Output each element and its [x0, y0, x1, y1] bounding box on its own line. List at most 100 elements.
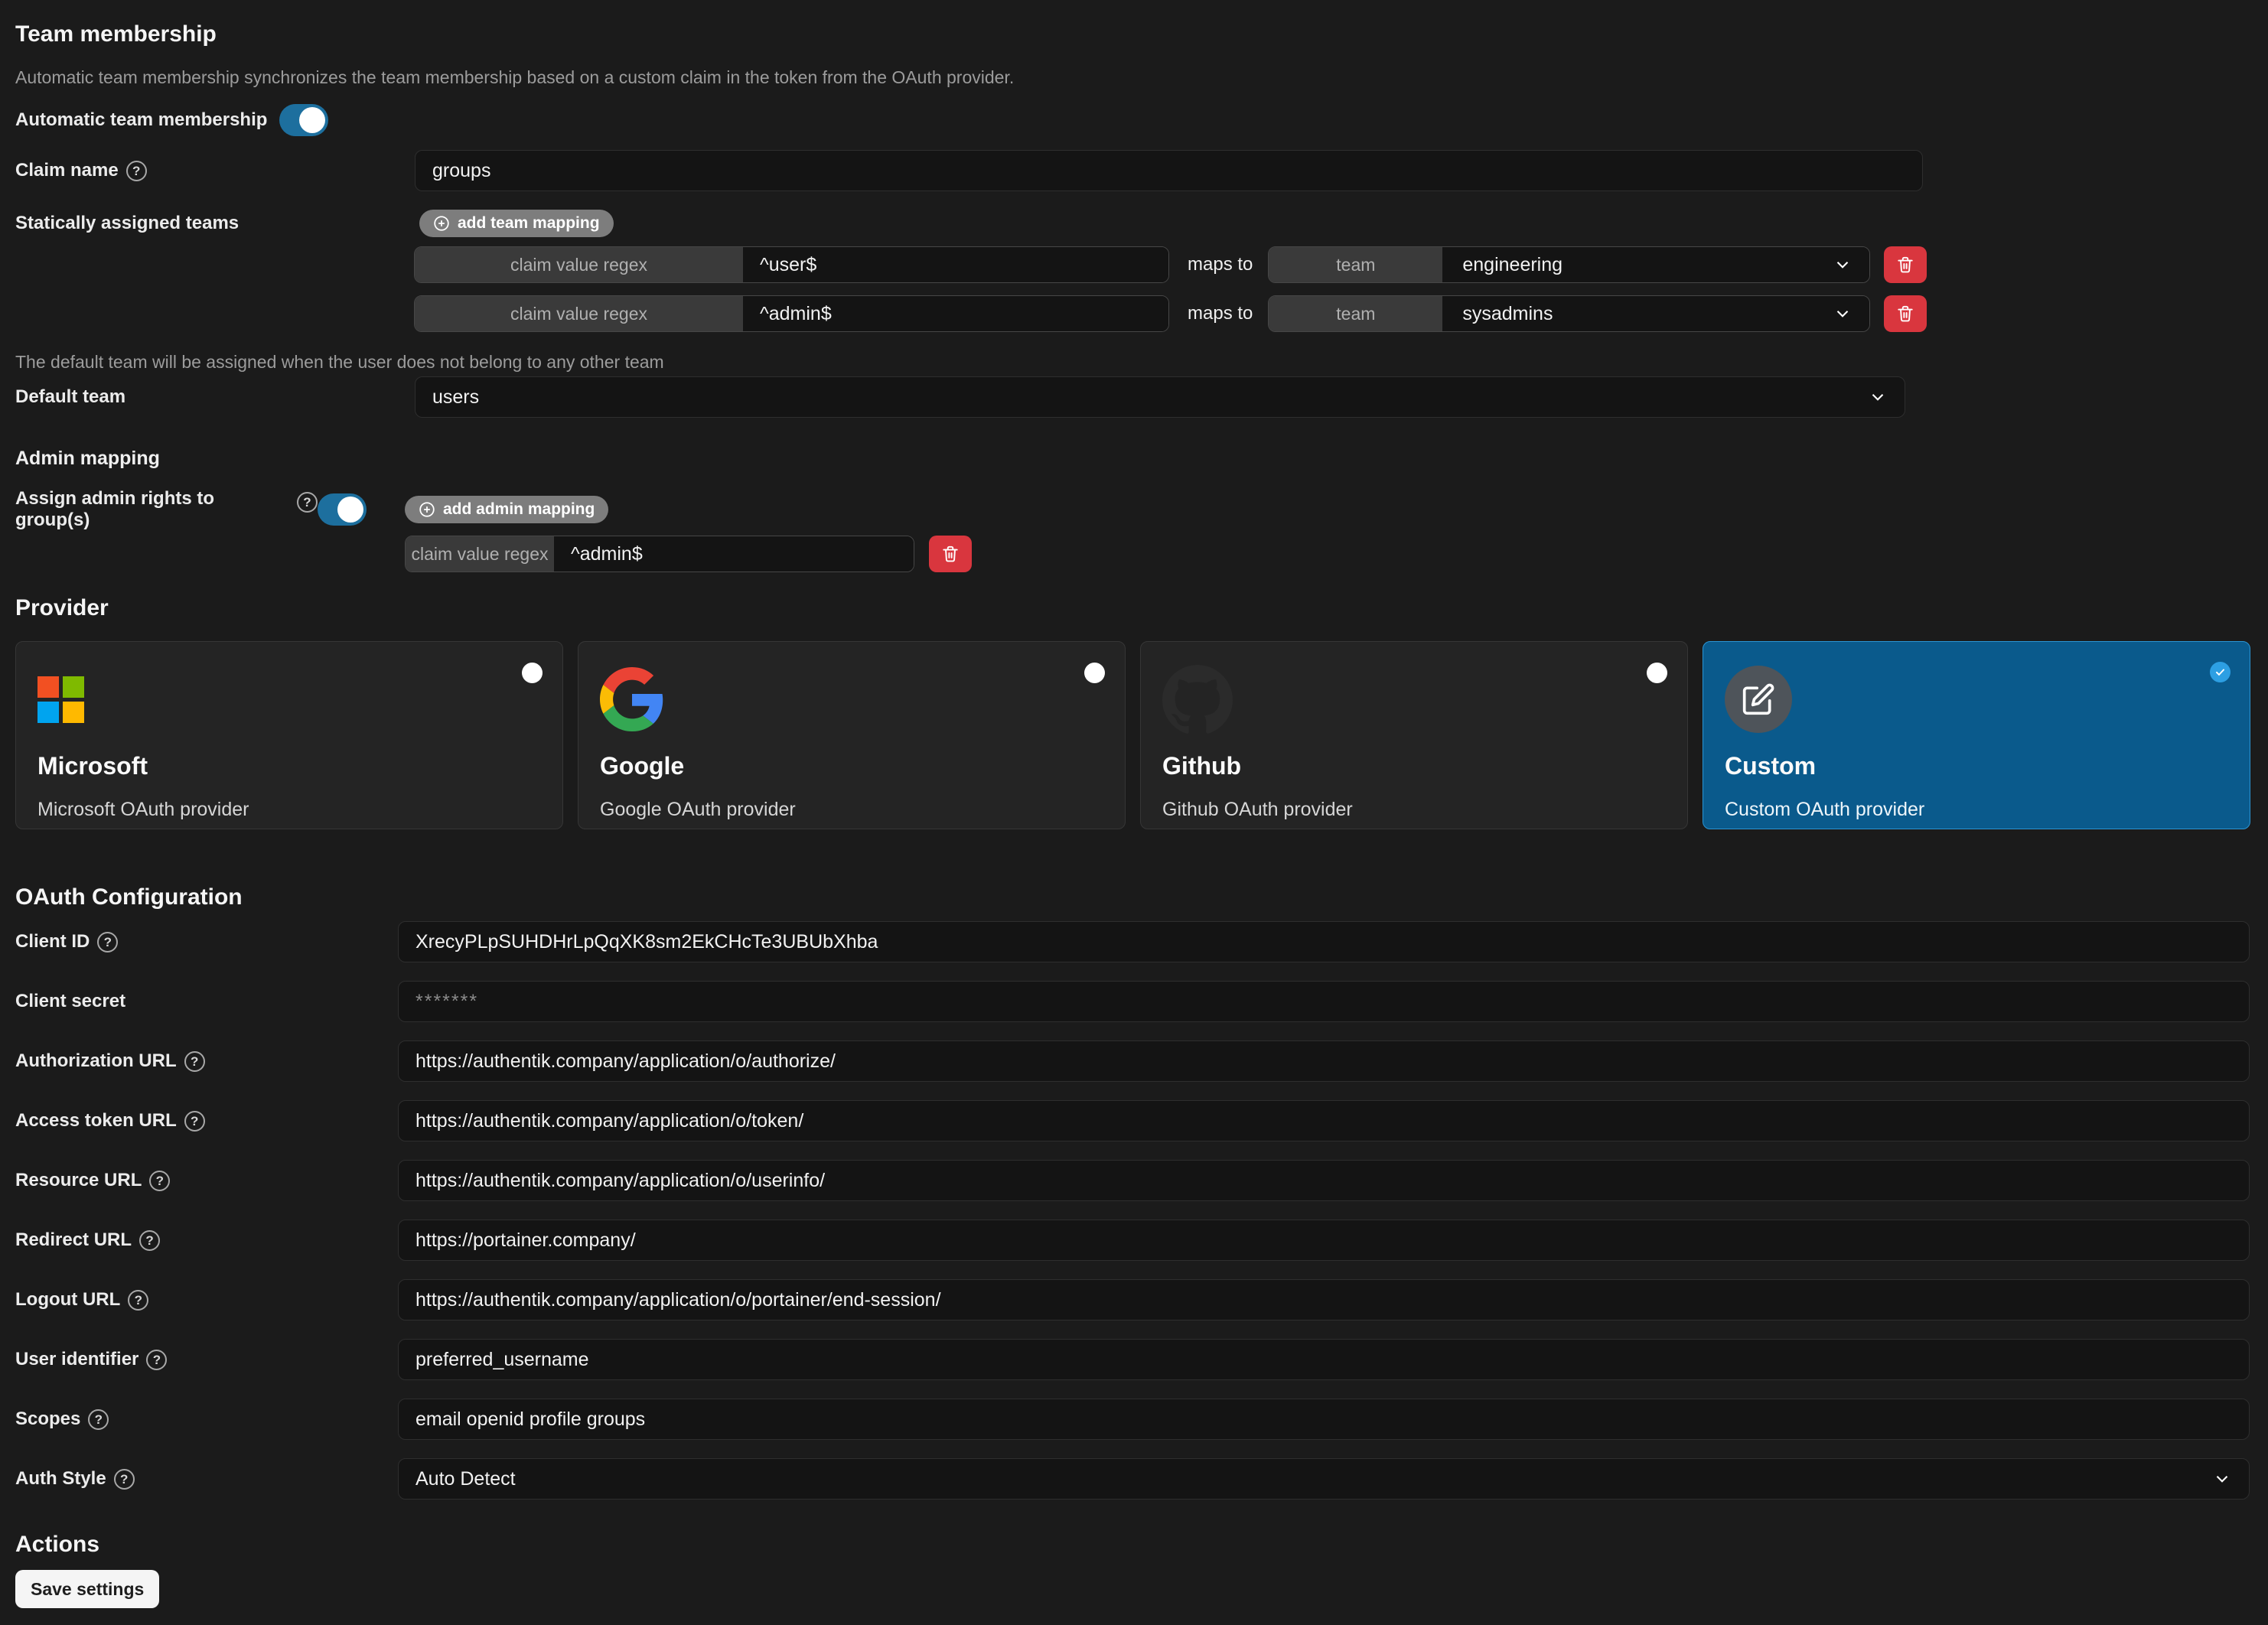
chevron-down-icon — [1833, 255, 1853, 275]
scopes-input[interactable] — [398, 1399, 2250, 1440]
team-label: team — [1269, 247, 1442, 282]
assign-admin-rights-row: Assign admin rights to group(s) ? add ad… — [15, 488, 2250, 531]
automatic-team-membership-toggle[interactable] — [279, 104, 328, 136]
scopes-row: Scopes? — [15, 1399, 2250, 1440]
radio-unselected-icon[interactable] — [1647, 663, 1667, 683]
claim-value-regex-input[interactable] — [743, 247, 1168, 282]
logout-url-label: Logout URL — [15, 1289, 120, 1311]
edit-pencil-icon — [1725, 666, 1792, 733]
default-team-hint: The default team will be assigned when t… — [15, 350, 2250, 373]
resource-url-input[interactable] — [398, 1160, 2250, 1201]
actions-title: Actions — [15, 1530, 2250, 1559]
help-icon[interactable]: ? — [297, 492, 318, 513]
radio-unselected-icon[interactable] — [1084, 663, 1105, 683]
client-id-row: Client ID? — [15, 921, 2250, 962]
provider-card-description: Microsoft OAuth provider — [37, 799, 541, 821]
check-icon — [2210, 662, 2231, 682]
provider-card-google[interactable]: Google Google OAuth provider — [578, 641, 1126, 829]
claim-value-regex-input[interactable] — [743, 296, 1168, 331]
redirect-url-input[interactable] — [398, 1220, 2250, 1261]
admin-mapping-title: Admin mapping — [15, 445, 2250, 471]
redirect-url-label: Redirect URL — [15, 1229, 132, 1251]
user-identifier-row: User identifier? — [15, 1339, 2250, 1380]
save-settings-button[interactable]: Save settings — [15, 1570, 159, 1608]
help-icon[interactable]: ? — [97, 932, 118, 953]
claim-value-regex-group: claim value regex — [405, 536, 914, 572]
help-icon[interactable]: ? — [146, 1350, 167, 1370]
authorization-url-row: Authorization URL? — [15, 1040, 2250, 1082]
team-select[interactable]: engineering — [1442, 247, 1869, 282]
help-icon[interactable]: ? — [184, 1111, 205, 1132]
add-team-mapping-button[interactable]: add team mapping — [419, 210, 614, 237]
provider-card-description: Custom OAuth provider — [1725, 799, 2228, 821]
maps-to-label: maps to — [1188, 254, 1253, 275]
plus-circle-icon — [433, 215, 450, 232]
microsoft-logo-icon — [37, 676, 84, 723]
authorization-url-label: Authorization URL — [15, 1050, 177, 1072]
client-id-label: Client ID — [15, 931, 90, 953]
toggle-knob — [299, 107, 325, 133]
help-icon[interactable]: ? — [114, 1469, 135, 1490]
help-icon[interactable]: ? — [184, 1051, 205, 1072]
provider-card-microsoft[interactable]: Microsoft Microsoft OAuth provider — [15, 641, 563, 829]
help-icon[interactable]: ? — [88, 1409, 109, 1430]
help-icon[interactable]: ? — [126, 161, 147, 181]
claim-value-regex-group: claim value regex — [414, 295, 1169, 332]
claim-name-input[interactable] — [415, 150, 1923, 191]
team-membership-description: Automatic team membership synchronizes t… — [15, 66, 2250, 89]
delete-mapping-button[interactable] — [1884, 295, 1927, 332]
auth-style-row: Auth Style? Auto Detect — [15, 1458, 2250, 1500]
client-id-input[interactable] — [398, 921, 2250, 962]
default-team-label: Default team — [15, 386, 125, 408]
team-membership-title: Team membership — [15, 20, 2250, 49]
team-label: team — [1269, 296, 1442, 331]
resource-url-label: Resource URL — [15, 1170, 142, 1191]
trash-icon — [940, 544, 960, 564]
logout-url-row: Logout URL? — [15, 1279, 2250, 1321]
trash-icon — [1895, 255, 1915, 275]
access-token-url-input[interactable] — [398, 1100, 2250, 1141]
auth-style-label: Auth Style — [15, 1468, 106, 1490]
provider-card-title: Microsoft — [37, 752, 541, 780]
provider-title: Provider — [15, 594, 2250, 623]
claim-value-regex-input[interactable] — [554, 536, 914, 572]
provider-card-custom[interactable]: Custom Custom OAuth provider — [1703, 641, 2250, 829]
trash-icon — [1895, 304, 1915, 324]
provider-card-title: Google — [600, 752, 1103, 780]
team-mapping-row: claim value regex maps to team engineeri… — [414, 246, 2250, 283]
chevron-down-icon — [1868, 387, 1888, 407]
radio-unselected-icon[interactable] — [522, 663, 543, 683]
automatic-team-membership-label: Automatic team membership — [15, 109, 267, 131]
provider-card-description: Github OAuth provider — [1162, 799, 1666, 821]
resource-url-row: Resource URL? — [15, 1160, 2250, 1201]
provider-card-title: Custom — [1725, 752, 2228, 780]
team-select[interactable]: sysadmins — [1442, 296, 1869, 331]
client-secret-label: Client secret — [15, 991, 125, 1012]
user-identifier-input[interactable] — [398, 1339, 2250, 1380]
default-team-select[interactable]: users — [415, 376, 1905, 418]
client-secret-row: Client secret — [15, 981, 2250, 1022]
auth-style-select[interactable]: Auto Detect — [398, 1458, 2250, 1500]
maps-to-label: maps to — [1188, 303, 1253, 324]
user-identifier-label: User identifier — [15, 1349, 138, 1370]
assign-admin-rights-label: Assign admin rights to group(s) — [15, 488, 289, 531]
help-icon[interactable]: ? — [149, 1171, 170, 1191]
claim-value-regex-label: claim value regex — [415, 247, 743, 282]
automatic-team-membership-row: Automatic team membership — [15, 104, 2250, 136]
provider-card-github[interactable]: Github Github OAuth provider — [1140, 641, 1688, 829]
settings-page: Team membership Automatic team membershi… — [0, 0, 2268, 1608]
client-secret-input[interactable] — [398, 981, 2250, 1022]
assign-admin-rights-toggle[interactable] — [318, 493, 367, 526]
help-icon[interactable]: ? — [128, 1290, 148, 1311]
delete-admin-mapping-button[interactable] — [929, 536, 972, 572]
statically-assigned-teams-row: Statically assigned teams add team mappi… — [15, 210, 2250, 237]
delete-mapping-button[interactable] — [1884, 246, 1927, 283]
authorization-url-input[interactable] — [398, 1040, 2250, 1082]
claim-value-regex-label: claim value regex — [406, 536, 554, 572]
team-mapping-row: claim value regex maps to team sysadmins — [414, 295, 2250, 332]
claim-value-regex-group: claim value regex — [414, 246, 1169, 283]
add-admin-mapping-button[interactable]: add admin mapping — [405, 496, 608, 523]
help-icon[interactable]: ? — [139, 1230, 160, 1251]
logout-url-input[interactable] — [398, 1279, 2250, 1321]
statically-assigned-teams-label: Statically assigned teams — [15, 213, 239, 234]
